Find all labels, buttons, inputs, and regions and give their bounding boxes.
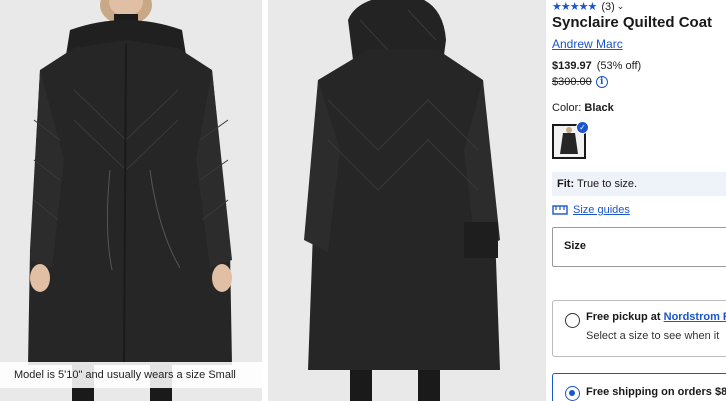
review-count: (3)	[601, 0, 615, 13]
pickup-subtext: Select a size to see when it	[586, 330, 720, 342]
model-size-caption: Model is 5'10" and usually wears a size …	[0, 362, 262, 388]
product-details: ★★★★★ (3) ⌄ Synclaire Quilted Coat Andre…	[552, 0, 726, 401]
pickup-title: Free pickup at Nordstrom Ra	[586, 311, 726, 323]
color-value: Black	[584, 102, 614, 114]
fit-info: Fit: True to size.	[552, 172, 726, 196]
original-price: $300.00	[552, 76, 592, 88]
brand-link[interactable]: Andrew Marc	[552, 37, 623, 51]
pickup-radio[interactable]	[565, 313, 580, 328]
pickup-store-link[interactable]: Nordstrom Ra	[664, 311, 726, 323]
size-guides-label: Size guides	[573, 204, 630, 216]
selected-check-icon: ✓	[576, 121, 589, 134]
product-title: Synclaire Quilted Coat	[552, 14, 713, 31]
product-image-back[interactable]	[268, 0, 546, 401]
star-rating-icon: ★★★★★	[552, 1, 597, 13]
fit-value: True to size.	[576, 178, 638, 190]
size-guides-link[interactable]: Size guides	[552, 202, 630, 218]
color-selection-label: Color: Black	[552, 102, 614, 114]
size-select[interactable]: Size	[552, 227, 726, 267]
chevron-down-icon: ⌄	[616, 1, 625, 11]
rating-summary[interactable]: ★★★★★ (3) ⌄	[552, 0, 625, 14]
shipping-title: Free shipping on orders $89+	[586, 386, 726, 398]
product-image-front[interactable]: Model is 5'10" and usually wears a size …	[0, 0, 262, 401]
ruler-icon	[552, 205, 568, 215]
shipping-radio-selected[interactable]	[565, 386, 580, 401]
sale-price: $139.97	[552, 60, 592, 72]
color-label: Color:	[552, 102, 582, 114]
pickup-option[interactable]: Free pickup at Nordstrom Ra Select a siz…	[552, 300, 726, 357]
shipping-option[interactable]: Free shipping on orders $89+	[552, 373, 726, 401]
pickup-prefix: Free pickup at	[586, 311, 661, 323]
coat-back-illustration	[268, 0, 546, 401]
original-price-row: $300.00 i	[552, 76, 608, 88]
price-row: $139.97 (53% off)	[552, 60, 641, 72]
product-page: Model is 5'10" and usually wears a size …	[0, 0, 726, 401]
fit-label: Fit:	[557, 178, 575, 190]
coat-front-illustration	[0, 0, 262, 401]
info-icon[interactable]: i	[595, 76, 608, 88]
discount-percent: (53% off)	[596, 60, 642, 72]
